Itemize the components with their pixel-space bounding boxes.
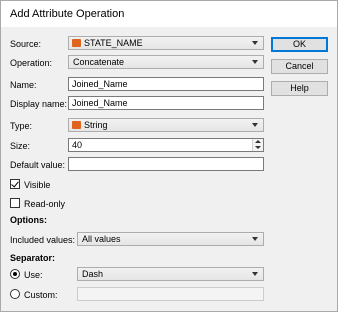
spin-down-icon[interactable] [255,146,261,149]
radio-dot-icon [13,272,17,276]
chevron-down-icon [252,237,258,241]
title-bar: Add Attribute Operation [1,1,337,27]
source-value: STATE_NAME [84,38,143,48]
name-value: Joined_Name [72,79,128,89]
cancel-button[interactable]: Cancel [271,59,328,74]
type-dropdown[interactable]: String [68,118,264,132]
custom-radio[interactable] [10,289,20,299]
spin-up-icon[interactable] [255,140,261,143]
size-value: 40 [72,140,83,150]
size-stepper[interactable]: 40 [68,138,264,152]
default-value-label: Default value: [10,160,66,170]
display-name-field[interactable]: Joined_Name [68,96,264,110]
separator-dropdown[interactable]: Dash [77,267,264,281]
included-values-label: Included values: [10,235,76,245]
source-dropdown[interactable]: STATE_NAME [68,36,264,50]
visible-label[interactable]: Visible [24,180,50,190]
help-button[interactable]: Help [271,81,328,96]
dialog-window: Add Attribute Operation Source: STATE_NA… [0,0,338,312]
type-value: String [84,120,108,130]
use-label[interactable]: Use: [24,270,43,280]
separator-value: Dash [82,269,104,279]
included-values-value: All values [82,234,121,244]
chevron-down-icon [252,123,258,127]
custom-separator-field[interactable] [77,287,264,301]
name-label: Name: [10,80,37,90]
spin-buttons[interactable] [252,139,263,151]
checkmark-icon [11,179,19,188]
readonly-label[interactable]: Read-only [24,199,65,209]
string-type-icon [72,121,81,129]
separator-heading: Separator: [10,253,56,263]
chevron-down-icon [252,272,258,276]
visible-checkbox[interactable] [10,179,20,189]
readonly-checkbox[interactable] [10,198,20,208]
custom-label[interactable]: Custom: [24,290,58,300]
operation-dropdown[interactable]: Concatenate [68,55,264,69]
dialog-title: Add Attribute Operation [10,8,125,20]
type-label: Type: [10,121,33,131]
included-values-dropdown[interactable]: All values [77,232,264,246]
operation-label: Operation: [10,58,53,68]
name-field[interactable]: Joined_Name [68,77,264,91]
chevron-down-icon [252,41,258,45]
use-radio[interactable] [10,269,20,279]
chevron-down-icon [252,60,258,64]
string-field-icon [72,39,81,47]
size-label: Size: [10,141,31,151]
display-name-value: Joined_Name [72,98,128,108]
source-label: Source: [10,39,42,49]
display-name-label: Display name: [10,99,68,109]
ok-button[interactable]: OK [271,37,328,52]
options-heading: Options: [10,215,47,225]
operation-value: Concatenate [73,57,125,67]
default-value-field[interactable] [68,157,264,171]
